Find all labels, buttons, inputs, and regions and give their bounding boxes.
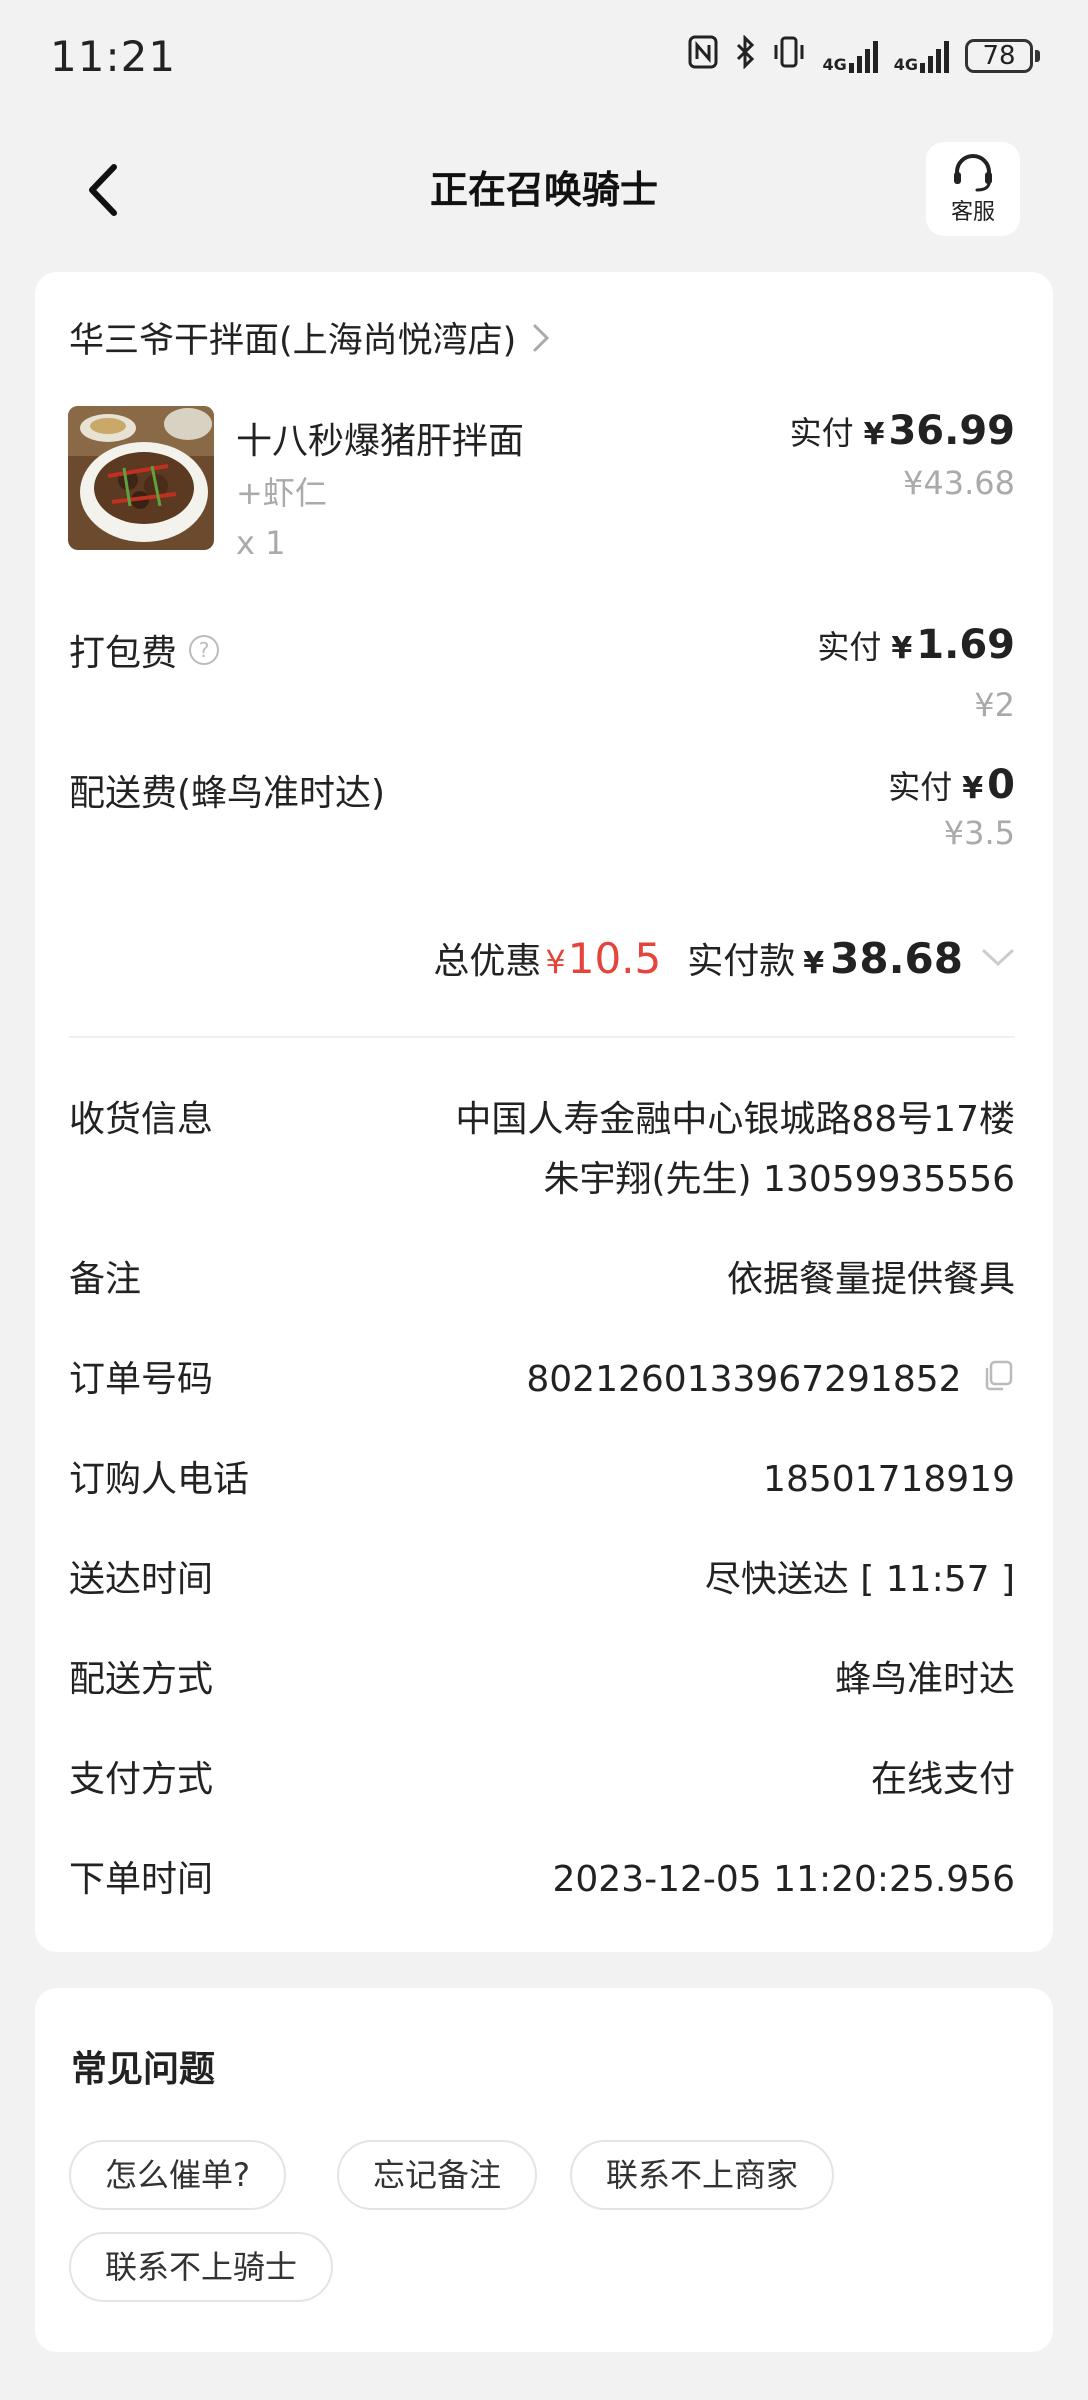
dish-price: 实付 ¥ 36.99 ¥43.68: [790, 408, 1015, 502]
delivery-method-label: 配送方式: [69, 1659, 214, 1700]
faq-chip-urge[interactable]: 怎么催单?: [69, 2140, 286, 2210]
faq-chip-merchant-unreachable[interactable]: 联系不上商家: [570, 2140, 835, 2210]
order-number-label: 订单号码: [69, 1359, 214, 1400]
receiver-contact: 朱宇翔(先生) 13059935556: [543, 1159, 1015, 1200]
dish-name: 十八秒爆猪肝拌面: [236, 421, 525, 462]
status-bar: 11:21 4G 4G 78: [0, 0, 1088, 112]
delivery-fee-amount: 0: [987, 762, 1015, 808]
receiver-address: 中国人寿金融中心银城路88号17楼: [455, 1099, 1015, 1140]
buyer-phone-row: 订购人电话 18501718919: [69, 1450, 1015, 1510]
nfc-icon: [688, 35, 718, 77]
packing-fee-price: 实付 ¥ 1.69 ¥2: [817, 622, 1015, 724]
paid-label: 实付: [817, 628, 882, 666]
delivery-time-value: 尽快送达 [ 11:57 ]: [704, 1559, 1015, 1600]
delivery-method-row: 配送方式 蜂鸟准时达: [69, 1650, 1015, 1710]
delivery-fee-label: 配送费(蜂鸟准时达): [69, 773, 386, 814]
payment-method-value: 在线支付: [870, 1759, 1015, 1800]
order-time-row: 下单时间 2023-12-05 11:20:25.956: [69, 1850, 1015, 1910]
delivery-fee-original: ¥3.5: [943, 814, 1015, 852]
chevron-right-icon: [532, 323, 550, 353]
discount-amount: 10.5: [567, 934, 662, 983]
faq-chip-rider-unreachable[interactable]: 联系不上骑士: [69, 2232, 334, 2302]
remark-value: 依据餐量提供餐具: [726, 1259, 1015, 1300]
packing-fee-label: 打包费 ?: [69, 624, 220, 676]
customer-service-label: 客服: [950, 200, 995, 225]
dish-original-price: ¥43.68: [903, 464, 1015, 502]
delivery-time-row: 送达时间 尽快送达 [ 11:57 ]: [69, 1550, 1015, 1610]
divider: [69, 1036, 1015, 1038]
status-time: 11:21: [50, 31, 177, 81]
dish-quantity: x 1: [236, 524, 286, 562]
status-icons: 4G 4G 78: [688, 34, 1040, 77]
currency-symbol: ¥: [891, 631, 913, 666]
dish-paid-amount: 36.99: [888, 408, 1015, 454]
faq-chip-forgot-remark[interactable]: 忘记备注: [337, 2140, 538, 2210]
order-number-value: 8021260133967291852: [526, 1359, 962, 1400]
order-card: 华三爷干拌面(上海尚悦湾店) 十八秒爆猪肝拌面 +虾仁 x 1 实付 ¥ 36.…: [35, 272, 1053, 1952]
total-summary[interactable]: 总优惠 ¥ 10.5 实付款 ¥ 38.68: [433, 932, 1015, 984]
currency-symbol: ¥: [863, 417, 885, 452]
delivery-fee-price: 实付 ¥ 0 ¥3.5: [888, 762, 1015, 852]
order-number-row: 订单号码 8021260133967291852: [69, 1350, 1015, 1411]
network-type-2: 4G: [893, 55, 918, 74]
packing-fee-text: 打包费: [69, 633, 178, 674]
delivery-method-value: 蜂鸟准时达: [834, 1659, 1015, 1700]
signal-icon-1: [848, 39, 878, 73]
buyer-phone-label: 订购人电话: [69, 1459, 250, 1500]
dish-image: [68, 406, 214, 550]
chevron-down-icon: [981, 948, 1015, 968]
help-icon[interactable]: ?: [189, 635, 220, 665]
order-time-value: 2023-12-05 11:20:25.956: [552, 1859, 1016, 1900]
payment-method-label: 支付方式: [69, 1759, 214, 1800]
vibrate-icon: [772, 35, 806, 77]
receiver-info-row: 收货信息 中国人寿金融中心银城路88号17楼 朱宇翔(先生) 130599355…: [69, 1090, 1015, 1210]
dish-spec: +虾仁: [236, 474, 327, 512]
total-paid-amount: 38.68: [830, 934, 963, 983]
headset-icon: [954, 154, 992, 192]
battery-icon: 78: [965, 39, 1040, 73]
currency-symbol: ¥: [962, 771, 984, 806]
paid-label: 实付: [789, 414, 854, 452]
bluetooth-icon: [734, 34, 756, 77]
page-title: 正在召唤骑士: [429, 168, 658, 212]
remark-label: 备注: [69, 1259, 142, 1300]
packing-fee-amount: 1.69: [916, 622, 1015, 668]
discount-currency: ¥: [545, 943, 566, 981]
nav-bar: 正在召唤骑士 客服: [0, 130, 1088, 250]
discount-label: 总优惠: [433, 941, 542, 982]
faq-title: 常见问题: [71, 2049, 216, 2090]
signal-icon-2: [920, 39, 949, 73]
buyer-phone-value: 18501718919: [763, 1459, 1015, 1500]
order-time-label: 下单时间: [69, 1859, 214, 1900]
total-paid-label: 实付款: [687, 941, 796, 982]
faq-card: 常见问题 怎么催单? 忘记备注 联系不上商家 联系不上骑士: [35, 1988, 1053, 2352]
receiver-label: 收货信息: [69, 1099, 214, 1140]
shop-link[interactable]: 华三爷干拌面(上海尚悦湾店): [69, 312, 550, 363]
delivery-time-label: 送达时间: [69, 1559, 214, 1600]
packing-fee-original: ¥2: [974, 686, 1015, 724]
customer-service-button[interactable]: 客服: [926, 142, 1020, 236]
network-type-1: 4G: [822, 55, 847, 74]
battery-level: 78: [965, 39, 1033, 73]
paid-label: 实付: [888, 768, 953, 806]
copy-icon[interactable]: [981, 1351, 1015, 1411]
total-currency: ¥: [803, 946, 825, 981]
payment-method-row: 支付方式 在线支付: [69, 1750, 1015, 1810]
shop-name: 华三爷干拌面(上海尚悦湾店): [69, 321, 517, 361]
remark-row: 备注 依据餐量提供餐具: [69, 1250, 1015, 1310]
